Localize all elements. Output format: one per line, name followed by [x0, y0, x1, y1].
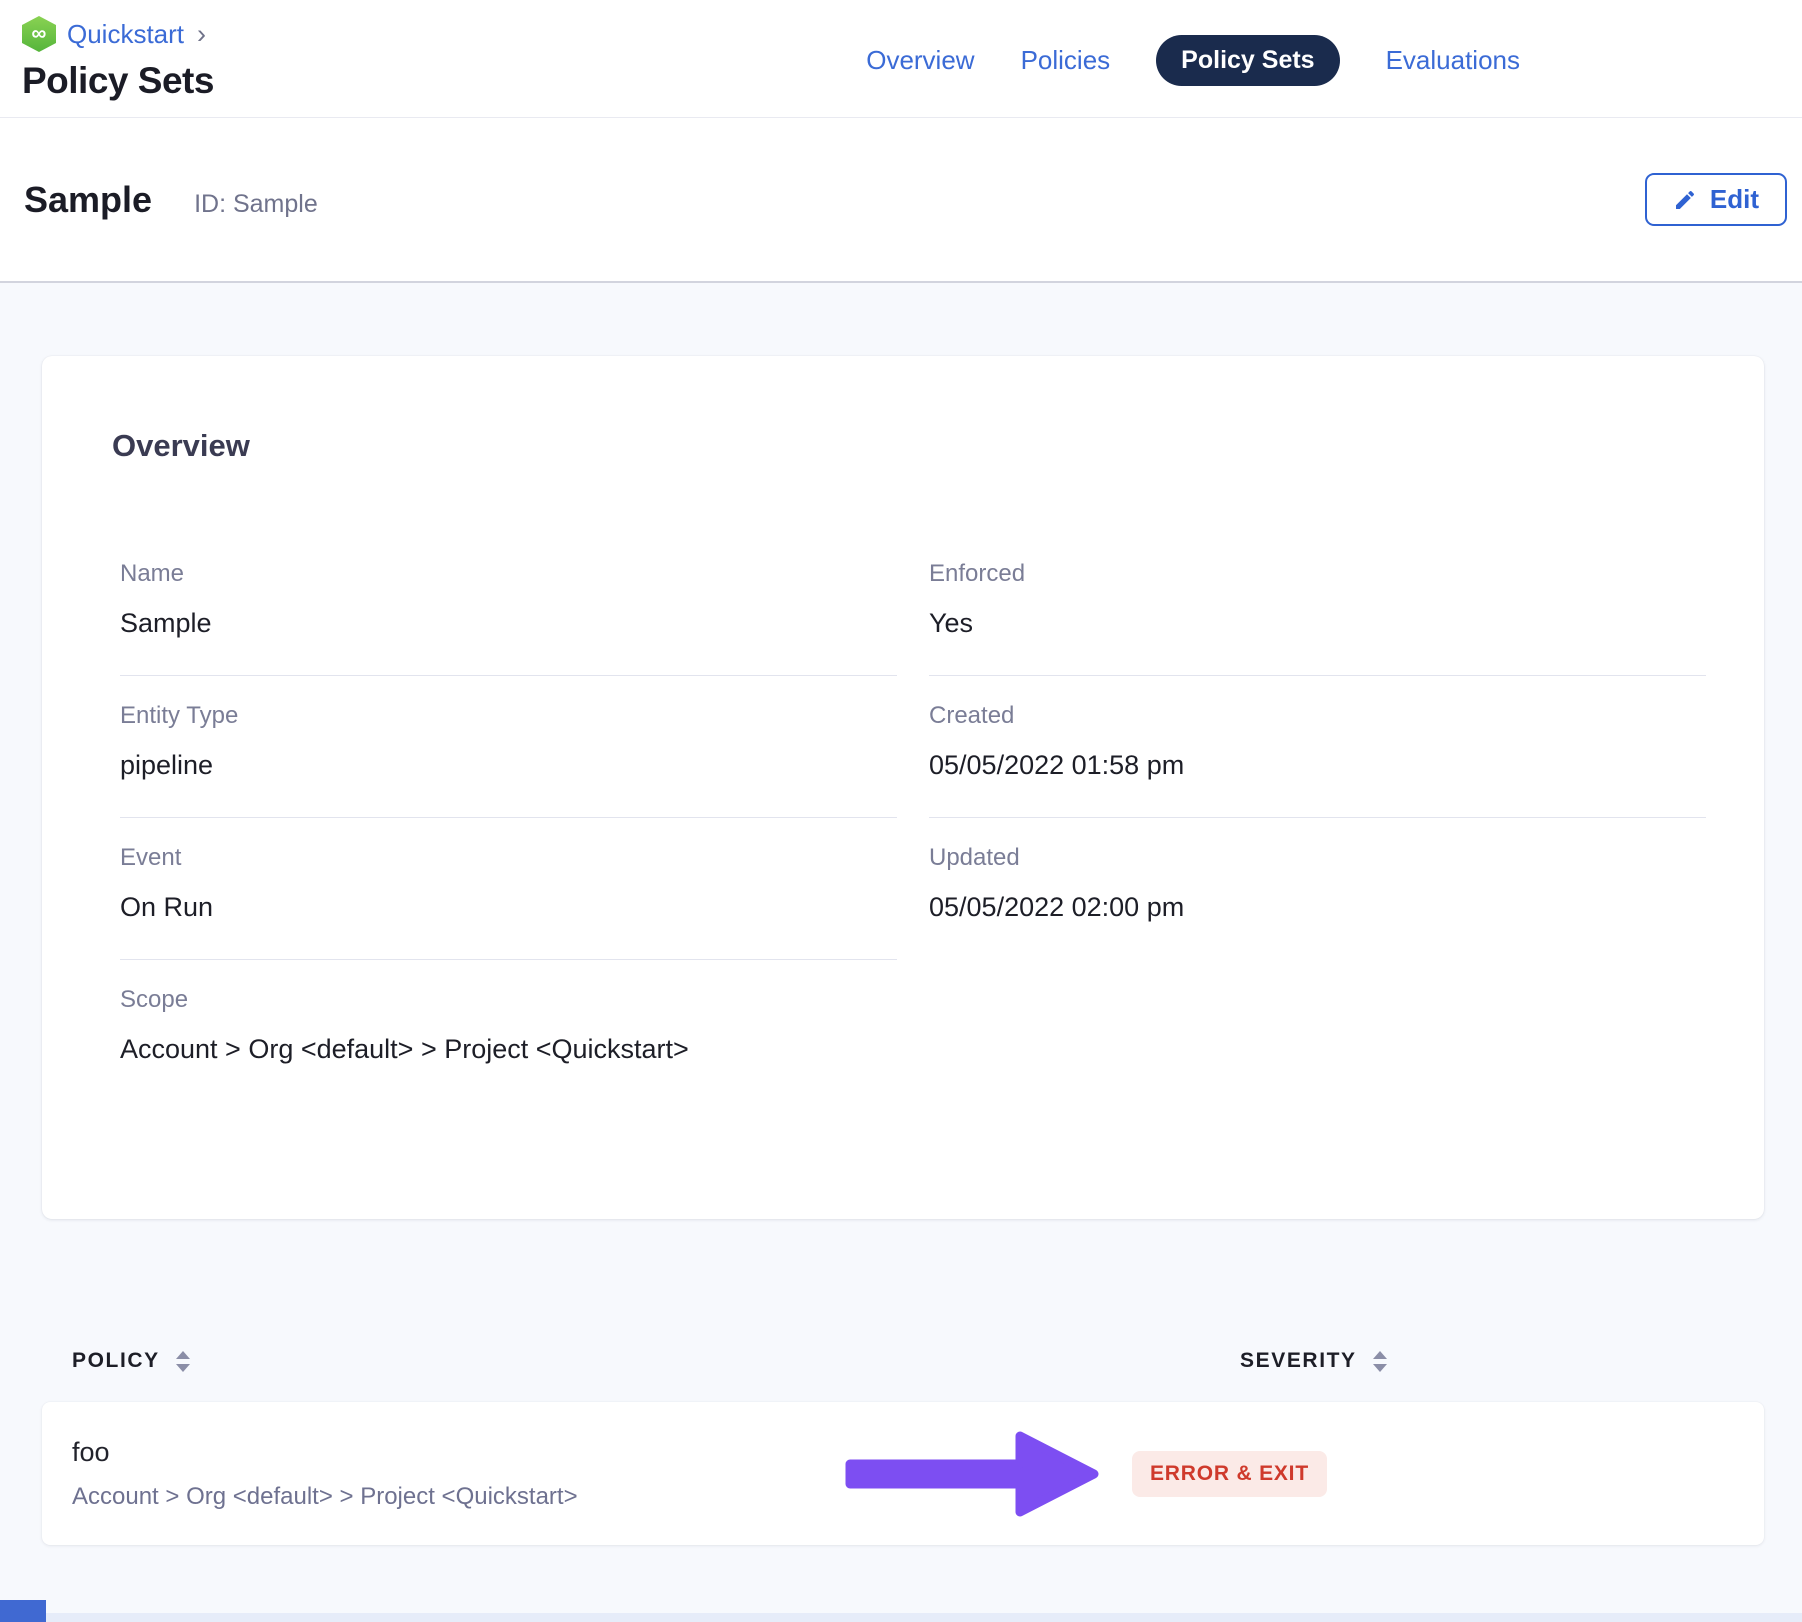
page-title: Policy Sets	[22, 60, 214, 102]
field-name-value: Sample	[120, 608, 897, 639]
column-header-policy[interactable]: POLICY	[72, 1349, 191, 1373]
sort-icon[interactable]	[1372, 1350, 1388, 1373]
bottom-left-blue-bar	[0, 1600, 46, 1622]
pencil-icon	[1673, 188, 1697, 212]
tab-evaluations[interactable]: Evaluations	[1386, 45, 1520, 76]
chevron-right-icon: ›	[197, 21, 206, 48]
field-event-value: On Run	[120, 892, 897, 923]
breadcrumb-project-link[interactable]: Quickstart	[67, 19, 184, 50]
field-scope: Scope Account > Org <default> > Project …	[120, 960, 897, 1101]
field-scope-label: Scope	[120, 986, 897, 1014]
field-event: Event On Run	[120, 818, 897, 960]
field-created: Created 05/05/2022 01:58 pm	[929, 676, 1706, 818]
policies-table: POLICY SEVERITY	[42, 1349, 1764, 1545]
field-event-label: Event	[120, 844, 897, 872]
table-header-row: POLICY SEVERITY	[42, 1349, 1764, 1373]
field-entity-type-value: pipeline	[120, 750, 897, 781]
entity-toolbar: Sample ID: Sample Edit	[0, 118, 1802, 283]
edit-button[interactable]: Edit	[1645, 173, 1787, 226]
page-content: Overview Name Sample Entity Type pipelin…	[0, 283, 1802, 1545]
field-created-label: Created	[929, 702, 1706, 730]
policy-name: foo	[72, 1437, 578, 1468]
field-enforced: Enforced Yes	[929, 560, 1706, 676]
overview-fields-left: Name Sample Entity Type pipeline Event O…	[120, 560, 897, 1101]
column-policy-label: POLICY	[72, 1349, 160, 1373]
tab-policy-sets-active[interactable]: Policy Sets	[1156, 35, 1339, 86]
field-updated: Updated 05/05/2022 02:00 pm	[929, 818, 1706, 959]
policy-set-id: ID: Sample	[194, 190, 318, 219]
severity-cell: ERROR & EXIT	[1132, 1451, 1327, 1497]
breadcrumb: ∞ Quickstart ›	[22, 16, 214, 52]
severity-badge: ERROR & EXIT	[1132, 1451, 1327, 1497]
overview-fields-right: Enforced Yes Created 05/05/2022 01:58 pm…	[929, 560, 1706, 1101]
overview-card-title: Overview	[112, 428, 1706, 464]
top-nav: Overview Policies Policy Sets Evaluation…	[866, 36, 1520, 84]
tab-policies[interactable]: Policies	[1021, 45, 1111, 76]
field-enforced-label: Enforced	[929, 560, 1706, 588]
field-updated-value: 05/05/2022 02:00 pm	[929, 892, 1706, 923]
header-left: ∞ Quickstart › Policy Sets	[22, 0, 214, 117]
policy-scope: Account > Org <default> > Project <Quick…	[72, 1483, 578, 1511]
harness-project-icon: ∞	[22, 16, 56, 52]
top-header: ∞ Quickstart › Policy Sets Overview Poli…	[0, 0, 1802, 118]
column-header-severity[interactable]: SEVERITY	[1240, 1349, 1764, 1373]
overview-card: Overview Name Sample Entity Type pipelin…	[42, 356, 1764, 1219]
annotation-arrow-icon	[842, 1424, 1104, 1524]
entity-heading: Sample ID: Sample	[24, 179, 318, 221]
column-severity-label: SEVERITY	[1240, 1349, 1357, 1373]
bottom-cutoff-strip	[0, 1613, 1802, 1622]
field-enforced-value: Yes	[929, 608, 1706, 639]
tab-overview[interactable]: Overview	[866, 45, 974, 76]
field-name-label: Name	[120, 560, 897, 588]
field-entity-type-label: Entity Type	[120, 702, 897, 730]
sort-icon[interactable]	[175, 1350, 191, 1373]
policy-set-name: Sample	[24, 179, 152, 221]
table-row[interactable]: foo Account > Org <default> > Project <Q…	[42, 1402, 1764, 1545]
field-name: Name Sample	[120, 560, 897, 676]
field-scope-value: Account > Org <default> > Project <Quick…	[120, 1034, 897, 1065]
edit-button-label: Edit	[1710, 184, 1759, 215]
field-updated-label: Updated	[929, 844, 1706, 872]
field-created-value: 05/05/2022 01:58 pm	[929, 750, 1706, 781]
policy-cell: foo Account > Org <default> > Project <Q…	[72, 1437, 578, 1511]
overview-fields: Name Sample Entity Type pipeline Event O…	[120, 560, 1706, 1101]
field-entity-type: Entity Type pipeline	[120, 676, 897, 818]
